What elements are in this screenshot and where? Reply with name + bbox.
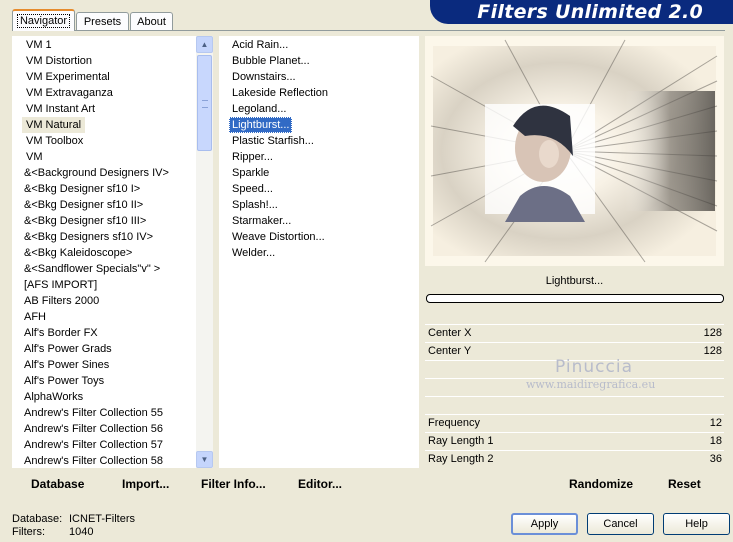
param-ray-length-1[interactable]: Ray Length 1 18 [425, 433, 724, 450]
category-item[interactable]: &<Bkg Designer sf10 III> [12, 213, 146, 229]
import-button[interactable]: Import... [122, 472, 169, 496]
scroll-up-icon[interactable]: ▲ [196, 36, 213, 53]
grip-icon [202, 100, 208, 108]
category-item[interactable]: Andrew's Filter Collection 56 [12, 421, 163, 437]
category-item[interactable]: VM Experimental [12, 69, 110, 85]
category-item[interactable]: VM Natural [22, 117, 86, 133]
apply-button[interactable]: Apply [511, 513, 578, 535]
tab-divider [12, 30, 725, 31]
category-items: VM 1 VM Distortion VM Experimental VM Extra… [12, 36, 196, 468]
scroll-down-icon[interactable]: ▼ [196, 451, 213, 468]
preview-toolbar: Randomize Reset [425, 472, 724, 496]
reset-button[interactable]: Reset [668, 472, 701, 496]
category-item[interactable]: AB Filters 2000 [12, 293, 99, 309]
param-value: 18 [709, 435, 722, 447]
category-item[interactable]: [AFS IMPORT] [12, 277, 97, 293]
filter-info-button[interactable]: Filter Info... [201, 472, 266, 496]
editor-button[interactable]: Editor... [298, 472, 342, 496]
param-frequency[interactable]: Frequency 12 [425, 415, 724, 432]
category-item[interactable]: AFH [12, 309, 46, 325]
filter-item[interactable]: Weave Distortion... [229, 229, 328, 245]
category-item[interactable]: Alf's Power Grads [12, 341, 112, 357]
title-banner: Filters Unlimited 2.0 [430, 0, 733, 24]
filter-list[interactable]: Acid Rain... Bubble Planet... Downstairs..… [219, 36, 419, 468]
status-filters-value: 1040 [69, 526, 94, 538]
status-database-value: ICNET-Filters [69, 513, 135, 525]
filter-item[interactable]: Lightburst... [229, 117, 293, 133]
filter-item[interactable]: Bubble Planet... [229, 53, 313, 69]
category-item[interactable]: &<Sandflower Specials"v" > [12, 261, 160, 277]
param-label: Center X [428, 327, 472, 339]
category-item[interactable]: Andrew's Filter Collection 58 [12, 453, 163, 468]
category-item[interactable]: &<Bkg Designer sf10 II> [12, 197, 143, 213]
database-button[interactable]: Database [31, 472, 84, 496]
status-filters-label: Filters: [12, 526, 45, 538]
status-filters: Filters: 1040 [12, 526, 93, 538]
watermark-name: Pinuccia [555, 357, 633, 377]
param-value: 36 [709, 453, 722, 465]
category-list[interactable]: VM 1 VM Distortion VM Experimental VM Extra… [12, 36, 196, 468]
category-item[interactable]: VM Distortion [12, 53, 92, 69]
filter-items: Acid Rain... Bubble Planet... Downstairs..… [219, 36, 419, 468]
filter-item[interactable]: Legoland... [229, 101, 289, 117]
progress-bar [426, 294, 724, 303]
category-item[interactable]: Andrew's Filter Collection 57 [12, 437, 163, 453]
param-label: Center Y [428, 345, 472, 357]
lightburst-preview-graphic [425, 36, 724, 266]
tab-about[interactable]: About [130, 12, 173, 30]
tab-navigator[interactable]: Navigator [12, 9, 75, 31]
filter-item[interactable]: Acid Rain... [229, 37, 291, 53]
filter-item[interactable]: Downstairs... [229, 69, 299, 85]
cancel-button[interactable]: Cancel [587, 513, 654, 535]
category-item[interactable]: Alf's Power Toys [12, 373, 104, 389]
param-value: 128 [703, 345, 722, 357]
watermark-url: www.maidiregrafica.eu [526, 378, 656, 391]
filter-item[interactable]: Sparkle [229, 165, 272, 181]
param-label: Ray Length 2 [428, 453, 494, 465]
category-item[interactable]: &<Background Designers IV> [12, 165, 169, 181]
category-item[interactable]: VM Instant Art [12, 101, 95, 117]
category-item[interactable]: Alf's Border FX [12, 325, 98, 341]
filter-item[interactable]: Plastic Starfish... [229, 133, 317, 149]
filter-item[interactable]: Starmaker... [229, 213, 294, 229]
tab-presets[interactable]: Presets [76, 12, 129, 30]
filter-item[interactable]: Ripper... [229, 149, 276, 165]
filter-item[interactable]: Splash!... [229, 197, 281, 213]
category-item[interactable]: VM 1 [12, 37, 52, 53]
category-item[interactable]: VM Toolbox [12, 133, 83, 149]
tab-navigator-label: Navigator [16, 14, 71, 28]
category-item[interactable]: &<Bkg Designer sf10 I> [12, 181, 140, 197]
filter-item[interactable]: Welder... [229, 245, 278, 261]
category-item[interactable]: &<Bkg Kaleidoscope> [12, 245, 132, 261]
status-database-label: Database: [12, 513, 63, 525]
param-divider [425, 396, 724, 397]
list-toolbar: Database Import... Filter Info... Editor… [12, 472, 419, 496]
help-button[interactable]: Help [663, 513, 730, 535]
category-item[interactable]: AlphaWorks [12, 389, 83, 405]
category-item[interactable]: VM [12, 149, 43, 165]
banner-title: Filters Unlimited 2.0 [477, 1, 703, 23]
param-value: 12 [709, 417, 722, 429]
category-scrollbar[interactable]: ▲ ▼ [196, 36, 213, 468]
category-item[interactable]: Andrew's Filter Collection 55 [12, 405, 163, 421]
randomize-button[interactable]: Randomize [569, 472, 633, 496]
filter-item[interactable]: Lakeside Reflection [229, 85, 331, 101]
category-item[interactable]: &<Bkg Designers sf10 IV> [12, 229, 153, 245]
param-ray-length-2[interactable]: Ray Length 2 36 [425, 451, 724, 468]
category-item[interactable]: VM Extravaganza [12, 85, 113, 101]
category-item[interactable]: Alf's Power Sines [12, 357, 109, 373]
param-label: Ray Length 1 [428, 435, 494, 447]
param-value: 128 [703, 327, 722, 339]
filter-item[interactable]: Speed... [229, 181, 276, 197]
scroll-thumb[interactable] [197, 55, 212, 151]
status-database: Database: ICNET-Filters [12, 513, 135, 525]
param-center-x[interactable]: Center X 128 [425, 325, 724, 342]
preview-image [425, 36, 724, 266]
current-filter-name: Lightburst... [425, 270, 724, 292]
param-label: Frequency [428, 417, 480, 429]
